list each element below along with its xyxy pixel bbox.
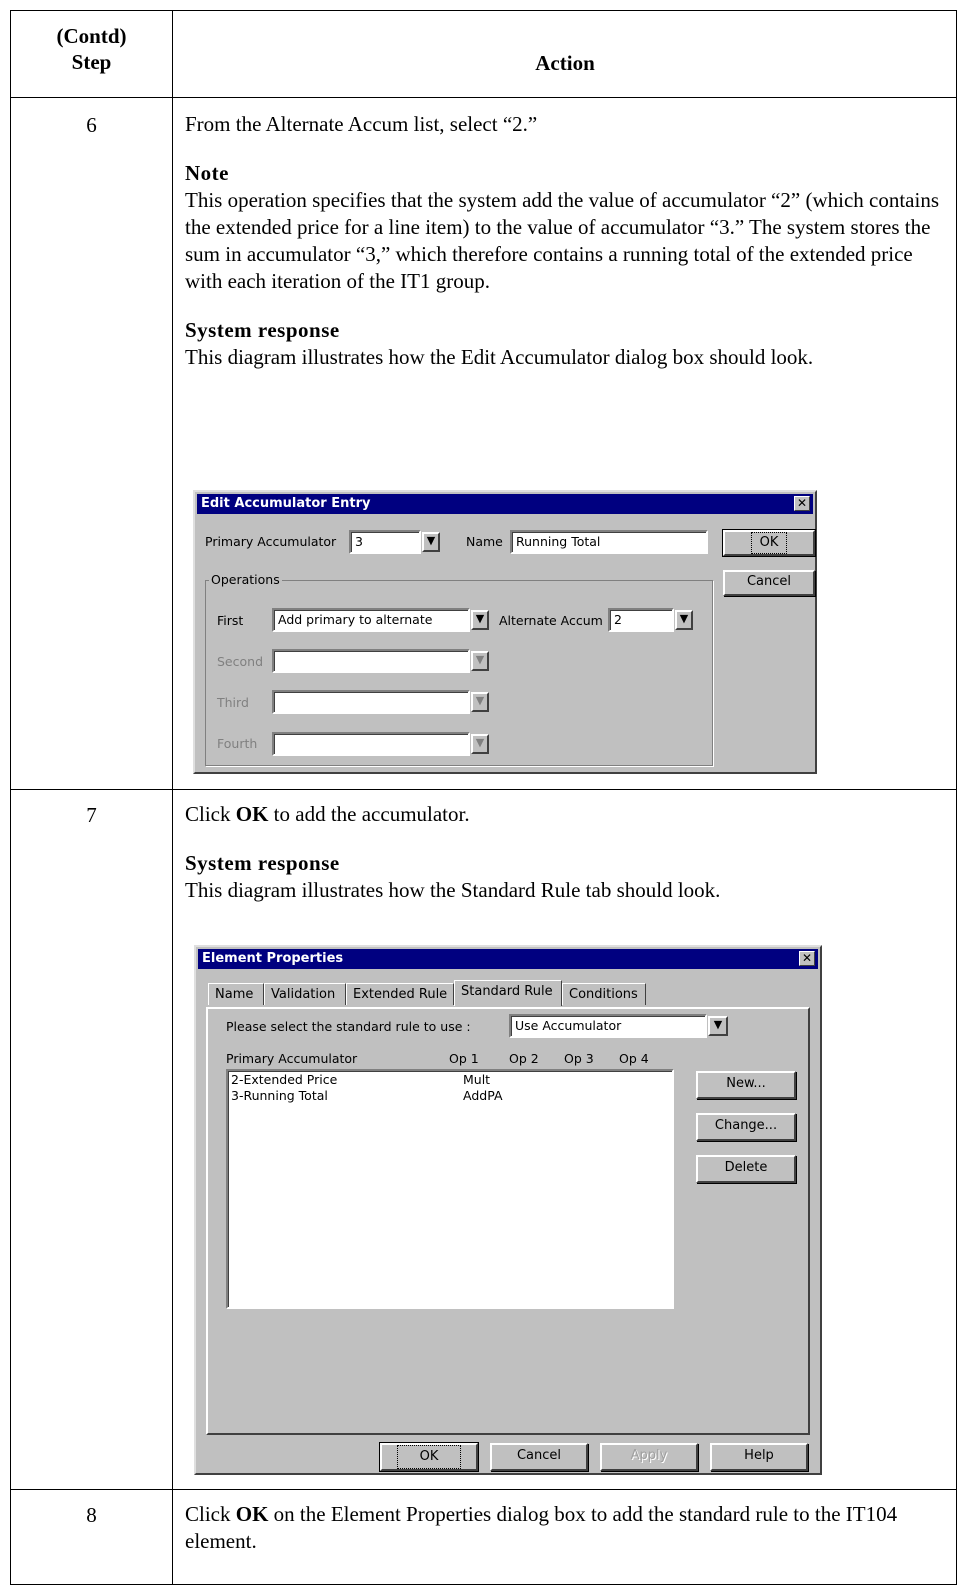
row-divider — [11, 789, 956, 790]
instruction-pre: Click — [185, 802, 236, 826]
close-icon[interactable]: ✕ — [799, 951, 815, 966]
operations-label: Operations — [209, 572, 282, 587]
instruction-post: on the Element Properties dialog box to … — [185, 1502, 898, 1553]
cancel-button[interactable]: Cancel — [490, 1443, 588, 1471]
instruction-post: to add the accumulator. — [268, 802, 470, 826]
help-button[interactable]: Help — [710, 1443, 808, 1471]
procedure-table: (Contd) Step Action 6 From the Alternate… — [10, 10, 957, 1585]
instruction-text: From the Alternate Accum list, select “2… — [185, 112, 538, 136]
dropdown-arrow-icon[interactable]: ▼ — [422, 532, 440, 552]
tab-name[interactable]: Name — [208, 983, 264, 1005]
dialog-title: Element Properties — [202, 951, 344, 966]
col-op3: Op 3 — [564, 1051, 594, 1066]
dialog-titlebar: Edit Accumulator Entry ✕ — [197, 494, 813, 514]
delete-button[interactable]: Delete — [696, 1155, 796, 1183]
instruction-pre: Click — [185, 1502, 236, 1526]
primary-accumulator-label: Primary Accumulator — [205, 534, 337, 549]
alternate-accum-label: Alternate Accum — [499, 613, 603, 628]
col-primary-accumulator: Primary Accumulator — [226, 1051, 358, 1066]
tab-conditions[interactable]: Conditions — [562, 983, 646, 1005]
ok-emphasis: OK — [235, 802, 269, 826]
fourth-operation-select[interactable] — [272, 732, 470, 756]
column-divider — [172, 11, 173, 1584]
step-contd-label: (Contd) — [56, 24, 127, 48]
tab-standard-rule[interactable]: Standard Rule — [454, 980, 562, 1006]
list-item[interactable]: 2-Extended Price — [231, 1072, 337, 1087]
primary-accumulator-select[interactable]: 3 — [349, 530, 421, 554]
dialog-titlebar: Element Properties ✕ — [198, 949, 818, 969]
col-op1: Op 1 — [449, 1051, 479, 1066]
col-op4: Op 4 — [619, 1051, 649, 1066]
tab-strip: Name Validation Extended Rule Standard R… — [208, 980, 808, 1009]
step-number: 6 — [86, 113, 97, 137]
action-cell: Click OK to add the accumulator. System … — [185, 801, 950, 904]
action-cell: From the Alternate Accum list, select “2… — [185, 111, 950, 371]
instruction-text: Click OK on the Element Properties dialo… — [185, 1501, 950, 1555]
row-divider — [11, 1489, 956, 1490]
ok-button[interactable]: OK — [379, 1442, 479, 1472]
response-heading: System response — [185, 318, 340, 342]
dropdown-arrow-icon[interactable]: ▼ — [471, 734, 489, 754]
step-number: 8 — [86, 1503, 97, 1527]
action-header: Action — [535, 51, 595, 75]
tab-validation[interactable]: Validation — [264, 983, 346, 1005]
action-cell: Click OK on the Element Properties dialo… — [185, 1501, 950, 1555]
response-heading: System response — [185, 851, 340, 875]
new-button[interactable]: New... — [696, 1071, 796, 1099]
response-text: This diagram illustrates how the Standar… — [185, 878, 721, 902]
first-operation-select[interactable]: Add primary to alternate — [272, 608, 470, 632]
dropdown-arrow-icon[interactable]: ▼ — [675, 610, 693, 630]
step-header: (Contd) Step — [11, 23, 172, 75]
third-label: Third — [217, 695, 249, 710]
list-item-op1: AddPA — [463, 1088, 503, 1103]
change-button[interactable]: Change... — [696, 1113, 796, 1141]
ok-button[interactable]: OK — [722, 529, 816, 557]
step-label: Step — [71, 50, 112, 74]
list-item[interactable]: 3-Running Total — [231, 1088, 328, 1103]
col-op2: Op 2 — [509, 1051, 539, 1066]
dialog-title: Edit Accumulator Entry — [201, 496, 371, 511]
close-icon[interactable]: ✕ — [794, 496, 810, 511]
fourth-label: Fourth — [217, 736, 258, 751]
apply-button[interactable]: Apply — [600, 1443, 698, 1471]
alternate-accum-select[interactable]: 2 — [608, 608, 674, 632]
cancel-button[interactable]: Cancel — [723, 570, 815, 596]
response-text: This diagram illustrates how the Edit Ac… — [185, 345, 814, 369]
ok-button-label: OK — [396, 1445, 462, 1469]
ok-button-label: OK — [750, 532, 788, 554]
second-label: Second — [217, 654, 264, 669]
name-input[interactable]: Running Total — [510, 530, 708, 554]
row-divider — [11, 97, 956, 98]
list-item-name: 3-Running Total — [231, 1088, 328, 1103]
dropdown-arrow-icon[interactable]: ▼ — [471, 692, 489, 712]
standard-rule-select[interactable]: Use Accumulator — [509, 1014, 707, 1038]
dropdown-arrow-icon[interactable]: ▼ — [471, 610, 489, 630]
list-item-name: 2-Extended Price — [231, 1072, 338, 1087]
first-label: First — [217, 613, 244, 628]
list-item-op1: Mult — [463, 1072, 491, 1087]
step-number: 7 — [86, 803, 97, 827]
name-label: Name — [466, 534, 503, 549]
note-heading: Note — [185, 161, 229, 185]
instruction-text: Click OK to add the accumulator. — [185, 801, 950, 828]
third-operation-select[interactable] — [272, 690, 470, 714]
dropdown-arrow-icon[interactable]: ▼ — [708, 1016, 728, 1036]
second-operation-select[interactable] — [272, 649, 470, 673]
ok-emphasis: OK — [235, 1502, 269, 1526]
element-properties-dialog: Element Properties ✕ Name Validation Ext… — [194, 945, 822, 1475]
accumulator-list[interactable]: 2-Extended Price Mult 3-Running Total Ad… — [226, 1069, 674, 1309]
edit-accumulator-dialog: Edit Accumulator Entry ✕ Primary Accumul… — [193, 490, 817, 774]
dropdown-arrow-icon[interactable]: ▼ — [471, 651, 489, 671]
tab-extended-rule[interactable]: Extended Rule — [346, 983, 454, 1005]
note-text: This operation specifies that the system… — [185, 188, 940, 293]
select-rule-label: Please select the standard rule to use : — [226, 1019, 471, 1034]
